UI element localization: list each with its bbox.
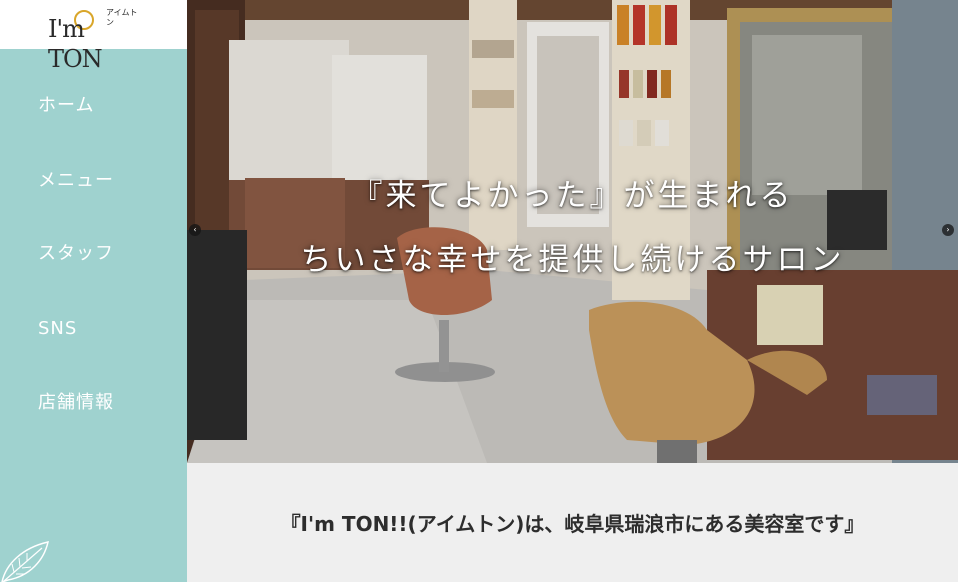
hero-caption-line1: 『来てよかった』が生まれる [351,178,794,214]
carousel-next-button[interactable]: › [942,224,954,236]
logo-subtext: アイムトン [106,8,138,27]
chevron-right-icon: › [946,225,950,234]
logo-box: I'm TON アイムトン [0,0,187,73]
site-logo[interactable]: I'm TON アイムトン [48,8,140,73]
leaf-icon [1,541,49,582]
nav-item-menu[interactable]: メニュー [38,170,114,192]
intro-text: 『I'm TON!!(アイムトン)は、岐阜県瑞浪市にある美容室です』 [280,512,865,536]
intro-section: 『I'm TON!!(アイムトン)は、岐阜県瑞浪市にある美容室です』 [187,463,958,582]
nav-item-shop-info[interactable]: 店舗情報 [38,392,114,414]
hero-slider: 『来てよかった』が生まれる ちいさな幸せを提供し続けるサロン ‹ › [187,0,958,463]
carousel-prev-button[interactable]: ‹ [189,224,201,236]
hero-caption-line2: ちいさな幸せを提供し続けるサロン [300,242,845,278]
nav-item-staff[interactable]: スタッフ [38,243,114,265]
chevron-left-icon: ‹ [193,225,197,234]
nav-item-sns[interactable]: SNS [38,318,77,340]
salon-photo [187,0,958,463]
nav-item-home[interactable]: ホーム [38,95,94,117]
sidebar: I'm TON アイムトン ホーム メニュー スタッフ SNS 店舗情報 [0,0,187,582]
